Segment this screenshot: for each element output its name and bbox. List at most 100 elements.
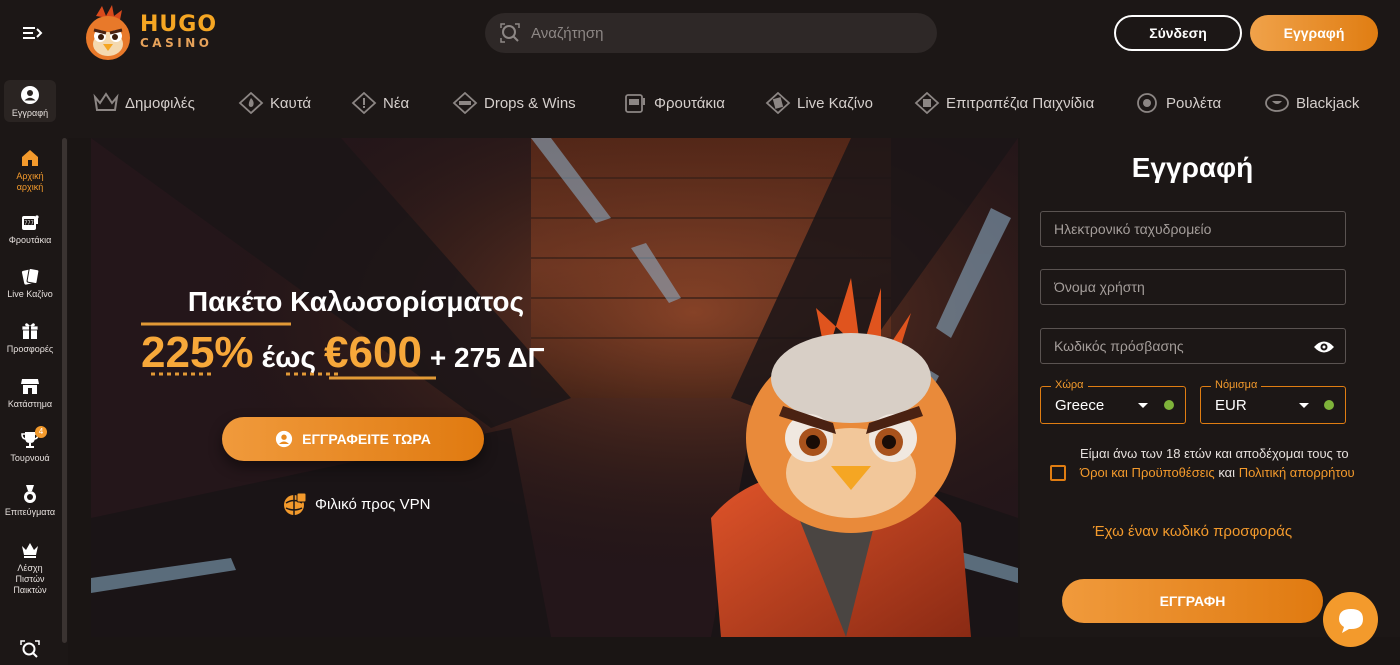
cards-icon <box>765 92 791 114</box>
registration-title: Εγγραφή <box>1131 152 1254 183</box>
category-popular[interactable]: Δημοφιλές <box>93 92 195 114</box>
sidebar-item-label: Εγγραφή <box>11 108 49 118</box>
offer-percent: 225% <box>141 328 254 377</box>
sidebar-item-label: Τουρνουά <box>10 453 50 463</box>
category-label: Live Καζίνο <box>797 94 873 112</box>
user-icon <box>276 430 293 448</box>
category-live-casino[interactable]: Live Καζίνο <box>765 92 873 114</box>
category-label: Επιτραπέζια Παιχνίδια <box>946 94 1095 112</box>
store-icon <box>21 379 39 394</box>
password-input[interactable] <box>1041 329 1345 363</box>
valid-indicator-icon <box>1324 400 1334 410</box>
chat-icon <box>1338 608 1363 633</box>
sidebar-item-home[interactable]: Αρχική αρχική <box>4 148 56 193</box>
country-select[interactable]: Χώρα Greece <box>1040 379 1186 424</box>
new-icon <box>351 92 377 114</box>
sidebar-item-label: Φρουτάκια <box>8 235 52 245</box>
sidebar-item-label: Live Καζίνο <box>7 289 53 299</box>
category-blackjack[interactable]: Blackjack <box>1264 92 1359 114</box>
email-field[interactable] <box>1040 211 1346 247</box>
crown-icon <box>93 92 119 111</box>
logo-title: HUGO <box>140 12 218 37</box>
terms-and: και <box>1218 465 1236 480</box>
logo[interactable]: HUGO CASINO <box>78 4 218 64</box>
category-slots[interactable]: Φρουτάκια <box>622 92 725 114</box>
terms-link[interactable]: Όροι και Προϋποθέσεις <box>1080 465 1215 480</box>
hugo-bird-logo-icon <box>86 5 130 60</box>
search-icon <box>500 23 520 43</box>
category-hot[interactable]: Καυτά <box>238 92 311 114</box>
hero-offer: 225% έως €600 + 275 ΔΓ <box>141 328 544 378</box>
terms-text: Είμαι άνω των 18 ετών και αποδέχομαι του… <box>1080 444 1355 482</box>
username-field[interactable] <box>1040 269 1346 305</box>
category-label: Νέα <box>383 94 410 112</box>
sidebar-item-promotions[interactable]: Προσφορές <box>4 321 56 355</box>
category-table-games[interactable]: Επιτραπέζια Παιχνίδια <box>914 92 1094 114</box>
country-label: Χώρα <box>1051 379 1088 391</box>
submit-register-button[interactable]: ΕΓΓΡΑΦΗ <box>1062 579 1323 623</box>
menu-toggle-icon[interactable] <box>20 22 46 44</box>
hero-banner: Πακέτο Καλωσορίσματος 225% έως €600 + 275 Δ… <box>91 138 1018 637</box>
home-icon <box>22 150 38 166</box>
cards-icon <box>21 267 40 285</box>
register-now-label: ΕΓΓΡΑΦΕΙΤΕ ΤΩΡΑ <box>302 431 431 447</box>
offer-upto: έως <box>261 341 317 374</box>
live-chat-button[interactable] <box>1323 592 1378 647</box>
registration-panel: Εγγραφή Χώρα Greece Νόμισμα EUR Είμαι άν… <box>1020 138 1400 637</box>
sidebar-item-label: Επιτεύγματα <box>4 507 56 517</box>
terms-checkbox[interactable] <box>1050 465 1066 481</box>
search-icon <box>20 640 40 658</box>
svg-text:777: 777 <box>24 221 34 227</box>
sidebar-item-label: Κατάστημα <box>7 399 53 409</box>
sidebar-item-search[interactable] <box>4 640 56 663</box>
search-bar[interactable] <box>485 13 937 53</box>
hero-title: Πακέτο Καλωσορίσματος <box>187 286 525 317</box>
register-button[interactable]: Εγγραφή <box>1250 15 1378 51</box>
slot-machine-icon: 777 <box>22 215 39 230</box>
password-field[interactable] <box>1040 328 1346 364</box>
medal-icon <box>24 485 36 503</box>
slot-machine-icon <box>625 94 645 113</box>
chevron-down-icon <box>1138 403 1148 408</box>
fire-icon <box>238 92 264 114</box>
currency-value: EUR <box>1215 397 1247 414</box>
category-label: Φρουτάκια <box>654 94 725 112</box>
currency-select[interactable]: Νόμισμα EUR <box>1200 379 1346 424</box>
privacy-link[interactable]: Πολιτική απορρήτου <box>1239 465 1355 480</box>
sidebar-item-tournaments[interactable]: 4 Τουρνουά <box>4 426 56 464</box>
dice-icon <box>914 92 940 114</box>
category-label: Blackjack <box>1296 94 1360 112</box>
country-value: Greece <box>1055 397 1105 414</box>
valid-indicator-icon <box>1164 400 1174 410</box>
currency-label: Νόμισμα <box>1211 379 1262 391</box>
gift-icon <box>21 323 39 339</box>
promo-code-link[interactable]: Έχω έναν κωδικό προσφοράς <box>1020 523 1365 540</box>
sidebar-item-store[interactable]: Κατάστημα <box>4 376 56 410</box>
username-input[interactable] <box>1041 270 1345 304</box>
tournaments-badge: 4 <box>35 426 47 438</box>
eye-icon[interactable] <box>1313 339 1335 355</box>
register-now-button[interactable]: ΕΓΓΡΑΦΕΙΤΕ ΤΩΡΑ <box>222 417 484 461</box>
chevron-down-icon <box>1299 403 1309 408</box>
sidebar-item-achievements[interactable]: Επιτεύγματα <box>4 484 56 518</box>
hero-background-image <box>91 138 1018 637</box>
sidebar-item-register[interactable]: Εγγραφή <box>4 80 56 122</box>
login-button[interactable]: Σύνδεση <box>1114 15 1242 51</box>
sidebar-item-label: Αρχική αρχική <box>16 171 44 192</box>
category-drops-wins[interactable]: Drops & Wins <box>452 92 576 114</box>
sidebar-item-slots[interactable]: 777 Φρουτάκια <box>4 212 56 246</box>
category-new[interactable]: Νέα <box>351 92 409 114</box>
sidebar-item-loyalty-club[interactable]: Λέσχη Πιστών Παικτών <box>4 540 56 596</box>
vpn-shield-icon <box>284 492 307 515</box>
category-label: Καυτά <box>270 94 312 112</box>
category-nav: Δημοφιλές Καυτά Νέα Drops & Wins Φρουτάκ… <box>68 66 1400 138</box>
sidebar-scrollbar[interactable] <box>62 138 67 643</box>
sidebar-item-live-casino[interactable]: Live Καζίνο <box>4 266 56 300</box>
email-input[interactable] <box>1041 212 1345 246</box>
vpn-friendly: Φιλικό προς VPN <box>283 492 430 516</box>
blackjack-icon <box>1265 94 1289 112</box>
category-label: Δημοφιλές <box>125 94 195 112</box>
category-roulette[interactable]: Ρουλέτα <box>1134 92 1221 114</box>
offer-amount: €600 <box>324 328 422 377</box>
search-input[interactable] <box>529 23 909 43</box>
